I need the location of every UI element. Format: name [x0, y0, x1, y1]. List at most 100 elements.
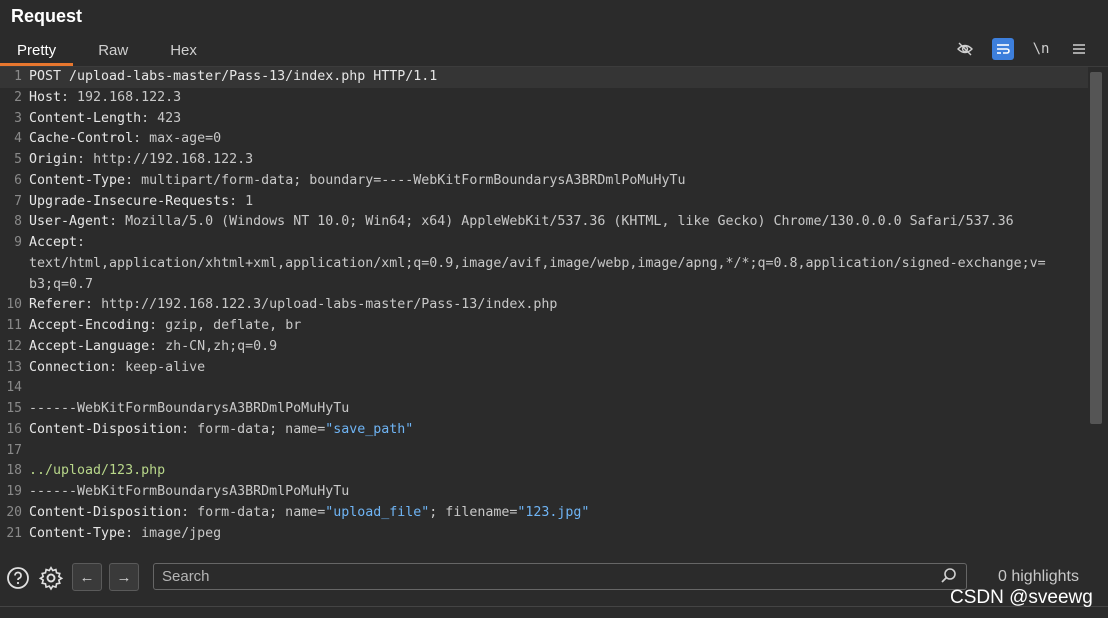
- code-line[interactable]: 1 POST /upload-labs-master/Pass-13/index.…: [0, 67, 1088, 88]
- tab-hex[interactable]: Hex: [153, 38, 214, 66]
- line-number: [0, 275, 29, 296]
- code-line[interactable]: 21 Content-Type: image/jpeg: [0, 524, 1088, 545]
- line-number: 19: [6, 484, 22, 499]
- line-content: Content-Type: image/jpeg: [29, 524, 221, 545]
- code-line[interactable]: 3 Content-Length: 423: [0, 109, 1088, 130]
- line-content: POST /upload-labs-master/Pass-13/index.p…: [29, 67, 437, 88]
- highlights-count: 0 highlights: [998, 568, 1079, 585]
- code-line[interactable]: 13 Connection: keep-alive: [0, 358, 1088, 379]
- quoted-value: "123.jpg": [517, 504, 590, 520]
- line-content: ------WebKitFormBoundarysA3BRDmlPoMuHyTu: [29, 482, 349, 503]
- line-number: 3: [14, 110, 22, 126]
- line-number: 20: [6, 504, 22, 520]
- line-number: 2: [14, 89, 22, 105]
- search-input[interactable]: [154, 564, 930, 589]
- header-value: form-data; name=: [197, 421, 326, 437]
- header-name: User-Agent: [29, 214, 110, 230]
- code-line[interactable]: 19 ------WebKitFormBoundarysA3BRDmlPoMuHy…: [0, 482, 1088, 503]
- header-value: max-age=0: [149, 131, 222, 147]
- header-separator: :: [77, 235, 86, 250]
- line-content: ../upload/123.php: [29, 461, 165, 482]
- code-line[interactable]: 17: [0, 441, 1088, 462]
- tab-raw[interactable]: Raw: [81, 38, 145, 66]
- line-number: 11: [6, 318, 22, 333]
- line-number: 1: [14, 69, 22, 84]
- code-line[interactable]: 20 Content-Disposition: form-data; name="…: [0, 503, 1088, 524]
- scrollbar-thumb[interactable]: [1090, 72, 1102, 424]
- line-number: 18: [6, 463, 22, 479]
- header-name: Host: [29, 89, 62, 105]
- header-name: POST /upload-labs-master/Pass-13/index.p…: [29, 69, 438, 84]
- header-value: 1: [245, 193, 254, 209]
- code-line[interactable]: 4 Cache-Control: max-age=0: [0, 129, 1088, 150]
- header-value: ------WebKitFormBoundarysA3BRDmlPoMuHyTu: [29, 484, 350, 499]
- header-name: Accept-Language: [29, 338, 150, 354]
- header-value: text/html,application/xhtml+xml,applicat…: [29, 255, 1046, 271]
- code-line[interactable]: 2 Host: 192.168.122.3: [0, 88, 1088, 109]
- line-content: b3;q=0.7: [29, 275, 93, 296]
- code-line[interactable]: 22: [0, 544, 1088, 545]
- bottom-divider: [0, 606, 1108, 607]
- line-number: [0, 254, 29, 275]
- code-line[interactable]: 11 Accept-Encoding: gzip, deflate, br: [0, 316, 1088, 337]
- code-line[interactable]: 10 Referer: http://192.168.122.3/upload-l…: [0, 295, 1088, 316]
- line-number: 22: [0, 544, 29, 545]
- previous-arrow-button[interactable]: ←: [72, 563, 102, 591]
- header-separator: :: [109, 214, 126, 230]
- header-value: image/jpeg: [141, 525, 222, 541]
- line-content: Content-Length: 423: [29, 109, 181, 130]
- header-separator: :: [125, 525, 142, 541]
- line-number: 7: [14, 193, 22, 209]
- header-separator: :: [77, 152, 94, 167]
- line-number: 21: [6, 525, 22, 541]
- request-editor[interactable]: 1 POST /upload-labs-master/Pass-13/index.…: [0, 67, 1088, 545]
- header-name: Cache-Control: [29, 131, 134, 147]
- tab-pretty[interactable]: Pretty: [0, 38, 74, 66]
- view-tabs: Pretty Raw Hex: [0, 38, 1108, 66]
- header-value: http://192.168.122.3/upload-labs-master/…: [101, 297, 558, 313]
- header-name: Content-Disposition: [29, 504, 182, 520]
- next-arrow-button[interactable]: →: [109, 563, 139, 591]
- header-value: 192.168.122.3: [77, 89, 182, 105]
- header-value: keep-alive: [125, 359, 206, 375]
- line-number: 4: [14, 131, 22, 147]
- header-value: http://192.168.122.3: [93, 152, 254, 167]
- hide-eye-icon[interactable]: [954, 38, 976, 60]
- search-bar: ← → 0 highlights: [0, 556, 1108, 600]
- line-number: 14: [6, 380, 22, 396]
- header-value: gzip, deflate, br: [165, 318, 302, 333]
- line-content: Accept-Encoding: gzip, deflate, br: [29, 316, 301, 337]
- watermark: CSDN @sveewg: [950, 587, 1093, 608]
- code-line[interactable]: 6 Content-Type: multipart/form-data; boun…: [0, 171, 1088, 192]
- code-line[interactable]: 16 Content-Disposition: form-data; name="…: [0, 420, 1088, 441]
- code-line[interactable]: 5 Origin: http://192.168.122.3: [0, 150, 1088, 171]
- line-number: 10: [6, 297, 22, 313]
- code-line[interactable]: 8 User-Agent: Mozilla/5.0 (Windows NT 10.…: [0, 212, 1088, 233]
- show-newlines-toggle[interactable]: \n: [1030, 38, 1052, 60]
- header-value: b3;q=0.7: [29, 276, 94, 292]
- menu-icon[interactable]: [1068, 38, 1090, 60]
- header-name: Connection: [29, 359, 110, 375]
- arrow-right-icon: →: [116, 568, 132, 586]
- header-separator: :: [85, 297, 102, 313]
- line-content: User-Agent: Mozilla/5.0 (Windows NT 10.0…: [29, 212, 1014, 233]
- code-line[interactable]: 7 Upgrade-Insecure-Requests: 1: [0, 192, 1088, 213]
- code-line[interactable]: 14: [0, 378, 1088, 399]
- help-icon[interactable]: [5, 565, 31, 591]
- code-line[interactable]: 15 ------WebKitFormBoundarysA3BRDmlPoMuHy…: [0, 399, 1088, 420]
- header-value: Mozilla/5.0 (Windows NT 10.0; Win64; x64…: [125, 214, 1014, 230]
- code-line[interactable]: 18 ../upload/123.php: [0, 461, 1088, 482]
- code-line[interactable]: b3;q=0.7: [0, 275, 1088, 296]
- line-number: 8: [14, 214, 22, 230]
- code-line[interactable]: 9 Accept:: [0, 233, 1088, 254]
- header-separator: :: [149, 338, 166, 354]
- word-wrap-icon[interactable]: [992, 38, 1014, 60]
- line-number: 12: [6, 338, 22, 354]
- settings-gear-icon[interactable]: [38, 565, 64, 591]
- header-name: Content-Disposition: [29, 421, 182, 437]
- header-separator: :: [229, 193, 246, 209]
- search-box: [153, 563, 967, 590]
- header-separator: :: [109, 359, 126, 375]
- code-line[interactable]: 12 Accept-Language: zh-CN,zh;q=0.9: [0, 337, 1088, 358]
- code-line[interactable]: text/html,application/xhtml+xml,applicat…: [0, 254, 1088, 275]
